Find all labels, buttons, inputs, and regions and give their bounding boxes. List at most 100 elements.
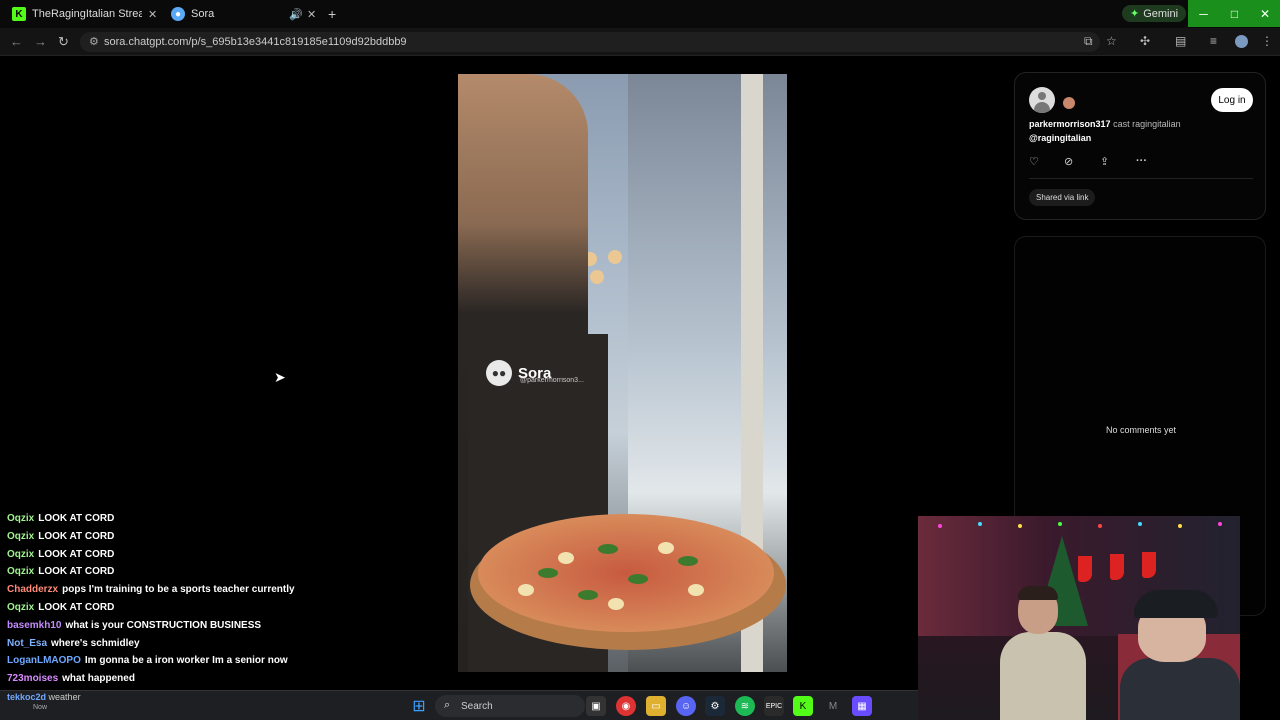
basil-leaf — [628, 574, 648, 584]
chat-username: Not_Esa — [7, 637, 48, 649]
no-comments-text: No comments yet — [1105, 425, 1177, 435]
windows-taskbar: ⊞ ⌕ Search ▣ ◉ ▭ ☺ ⚙ ≋ EPIC K M ▦ — [0, 690, 918, 720]
new-tab-button[interactable]: + — [328, 4, 336, 24]
url-text: sora.chatgpt.com/p/s_695b13e3441c819185e… — [104, 36, 407, 48]
mozzarella — [518, 584, 534, 596]
chat-text: pops I'm training to be a sports teacher… — [62, 584, 295, 596]
chat-text: LOOK AT CORD — [38, 601, 115, 613]
maximize-button[interactable]: □ — [1219, 0, 1250, 27]
user-avatar-icon[interactable] — [1029, 87, 1055, 113]
chat-username: Oqzix — [7, 548, 35, 560]
bookmark-star-icon[interactable]: ☆ — [1106, 34, 1117, 48]
epic-games-icon[interactable]: EPIC — [764, 696, 784, 716]
install-app-icon[interactable]: ⧉ — [1084, 34, 1093, 49]
chat-message: basemkh10 what is your CONSTRUCTION BUSIN… — [7, 620, 447, 638]
stream-chat-overlay: Oqzix LOOK AT CORD Oqzix LOOK AT CORD Oqzi… — [7, 513, 447, 691]
task-view-icon[interactable]: ▣ — [586, 696, 606, 716]
bokeh-light — [590, 270, 604, 284]
more-icon[interactable]: ··· — [1136, 155, 1147, 167]
site-info-icon[interactable]: ⚙ — [89, 35, 99, 48]
steam-icon[interactable]: ⚙ — [705, 696, 725, 716]
chat-text: Im gonna be a iron worker Im a senior no… — [84, 655, 288, 667]
sora-logo-icon: ●● — [486, 360, 512, 386]
discord-icon[interactable]: ☺ — [676, 696, 696, 716]
tab-title: Sora — [191, 8, 215, 20]
basil-leaf — [578, 590, 598, 600]
reload-icon[interactable]: ↻ — [58, 34, 69, 50]
close-window-button[interactable]: ✕ — [1250, 0, 1280, 27]
pizza — [478, 514, 774, 632]
chat-username: basemkh10 — [7, 619, 62, 631]
notification-text: weather — [48, 692, 81, 702]
string-light — [978, 522, 982, 526]
mention-link[interactable]: @ragingitalian — [1029, 133, 1091, 143]
stocking — [1078, 556, 1092, 582]
chat-username: 723moises — [7, 673, 59, 685]
audio-playing-icon[interactable]: 🔊 — [289, 8, 303, 21]
cast-text: cast ragingitalian — [1113, 119, 1181, 129]
streamer-person-left — [1000, 586, 1086, 720]
taskbar-search[interactable]: ⌕ Search — [435, 695, 585, 717]
stocking — [1142, 552, 1156, 578]
menu-kebab-icon[interactable]: ⋮ — [1261, 34, 1273, 48]
chat-message: Oqzix LOOK AT CORD — [7, 513, 447, 531]
sora-watermark-handle: @parkermorrison3... — [520, 377, 584, 384]
close-tab-icon[interactable]: ✕ — [307, 8, 316, 21]
chat-text: LOOK AT CORD — [38, 530, 115, 542]
chat-message: Chadderzx pops I'm training to be a sport… — [7, 584, 447, 602]
notification-username: tekkoc2d — [7, 692, 47, 702]
tab-ragingitalian[interactable]: K TheRagingItalian Stream - Wat ✕ — [12, 4, 160, 24]
basil-leaf — [598, 544, 618, 554]
search-icon: ⌕ — [444, 699, 451, 711]
basil-leaf — [678, 556, 698, 566]
remix-icon[interactable]: ⊘ — [1064, 155, 1073, 168]
string-light — [938, 524, 942, 528]
stocking — [1110, 554, 1124, 580]
log-in-button[interactable]: Log in — [1211, 88, 1253, 112]
string-light — [1138, 522, 1142, 526]
windows-start-icon[interactable]: ⊞ — [409, 696, 429, 716]
search-placeholder: Search — [461, 700, 493, 712]
file-explorer-icon[interactable]: ▭ — [646, 696, 666, 716]
sora-favicon-icon: ● — [171, 7, 185, 21]
spotify-icon[interactable]: ≋ — [735, 696, 755, 716]
back-icon[interactable]: ← — [10, 34, 23, 49]
address-bar-row: ← → ↻ ⚙ sora.chatgpt.com/p/s_695b13e3441… — [0, 28, 1280, 56]
sidebar-icon[interactable]: ▤ — [1175, 34, 1186, 48]
close-tab-icon[interactable]: ✕ — [148, 8, 157, 21]
url-field[interactable]: ⚙ sora.chatgpt.com/p/s_695b13e3441c81918… — [80, 32, 1100, 52]
heart-icon[interactable]: ♡ — [1029, 155, 1039, 168]
post-username[interactable]: parkermorrison317 — [1029, 119, 1111, 129]
gemini-button[interactable]: ✦ Gemini — [1122, 5, 1187, 22]
minimize-button[interactable]: ─ — [1188, 0, 1219, 27]
chat-message: Oqzix LOOK AT CORD — [7, 602, 447, 620]
cast-line: parkermorrison317 cast ragingitalian — [1029, 119, 1181, 129]
media-control-icon[interactable]: ≡ — [1210, 34, 1217, 48]
chat-username: Oqzix — [7, 530, 35, 542]
chat-text: what happened — [62, 673, 135, 685]
chat-message: Not_Esa where's schmidley — [7, 638, 447, 656]
kick-app-icon[interactable]: K — [793, 696, 813, 716]
chat-message: LoganLMAOPO Im gonna be a iron worker Im … — [7, 655, 447, 673]
chat-username: Chadderzx — [7, 584, 59, 596]
chat-text: LOOK AT CORD — [38, 548, 115, 560]
tab-title: TheRagingItalian Stream - Wat — [32, 8, 142, 20]
chat-username: LoganLMAOPO — [7, 655, 81, 667]
post-info-card: Log in parkermorrison317 cast ragingital… — [1014, 72, 1266, 220]
mozzarella — [558, 552, 574, 564]
notification-user: tekkoc2d weather — [7, 692, 81, 702]
forward-icon[interactable]: → — [34, 34, 47, 49]
string-light — [1058, 522, 1062, 526]
profile-avatar-icon[interactable] — [1235, 35, 1248, 48]
tab-sora[interactable]: ● Sora 🔊 ✕ — [171, 4, 319, 24]
divider — [1029, 178, 1253, 179]
chrome-icon[interactable]: ◉ — [616, 696, 636, 716]
mouse-cursor-icon: ➤ — [274, 369, 286, 385]
extensions-icon[interactable]: ✣ — [1140, 34, 1150, 48]
grid-app-icon[interactable]: ▦ — [852, 696, 872, 716]
cameo-avatar-icon[interactable] — [1063, 97, 1075, 109]
app-m-icon[interactable]: M — [823, 696, 843, 716]
mozzarella — [658, 542, 674, 554]
share-icon[interactable]: ⇪ — [1100, 155, 1109, 168]
chat-text: what is your CONSTRUCTION BUSINESS — [65, 619, 262, 631]
